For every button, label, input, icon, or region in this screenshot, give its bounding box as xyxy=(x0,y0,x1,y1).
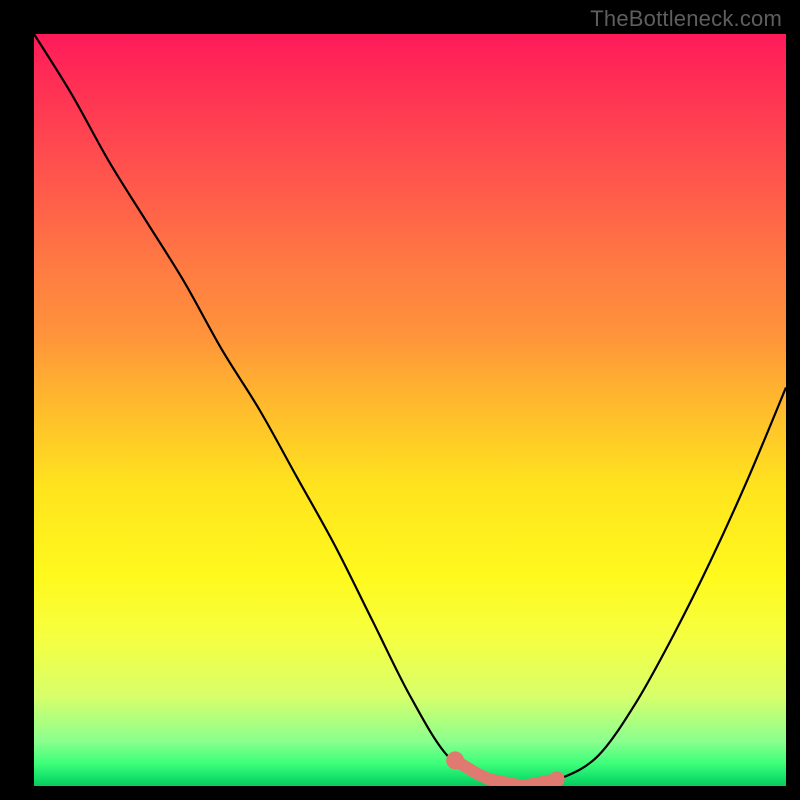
minimum-marker-dot xyxy=(549,771,565,786)
watermark-text: TheBottleneck.com xyxy=(590,6,782,32)
minimum-marker-stroke xyxy=(455,760,557,786)
minimum-marker-group xyxy=(446,751,565,786)
minimum-marker-dot xyxy=(446,751,464,769)
bottleneck-curve-svg xyxy=(34,34,786,786)
bottleneck-curve xyxy=(34,34,786,786)
